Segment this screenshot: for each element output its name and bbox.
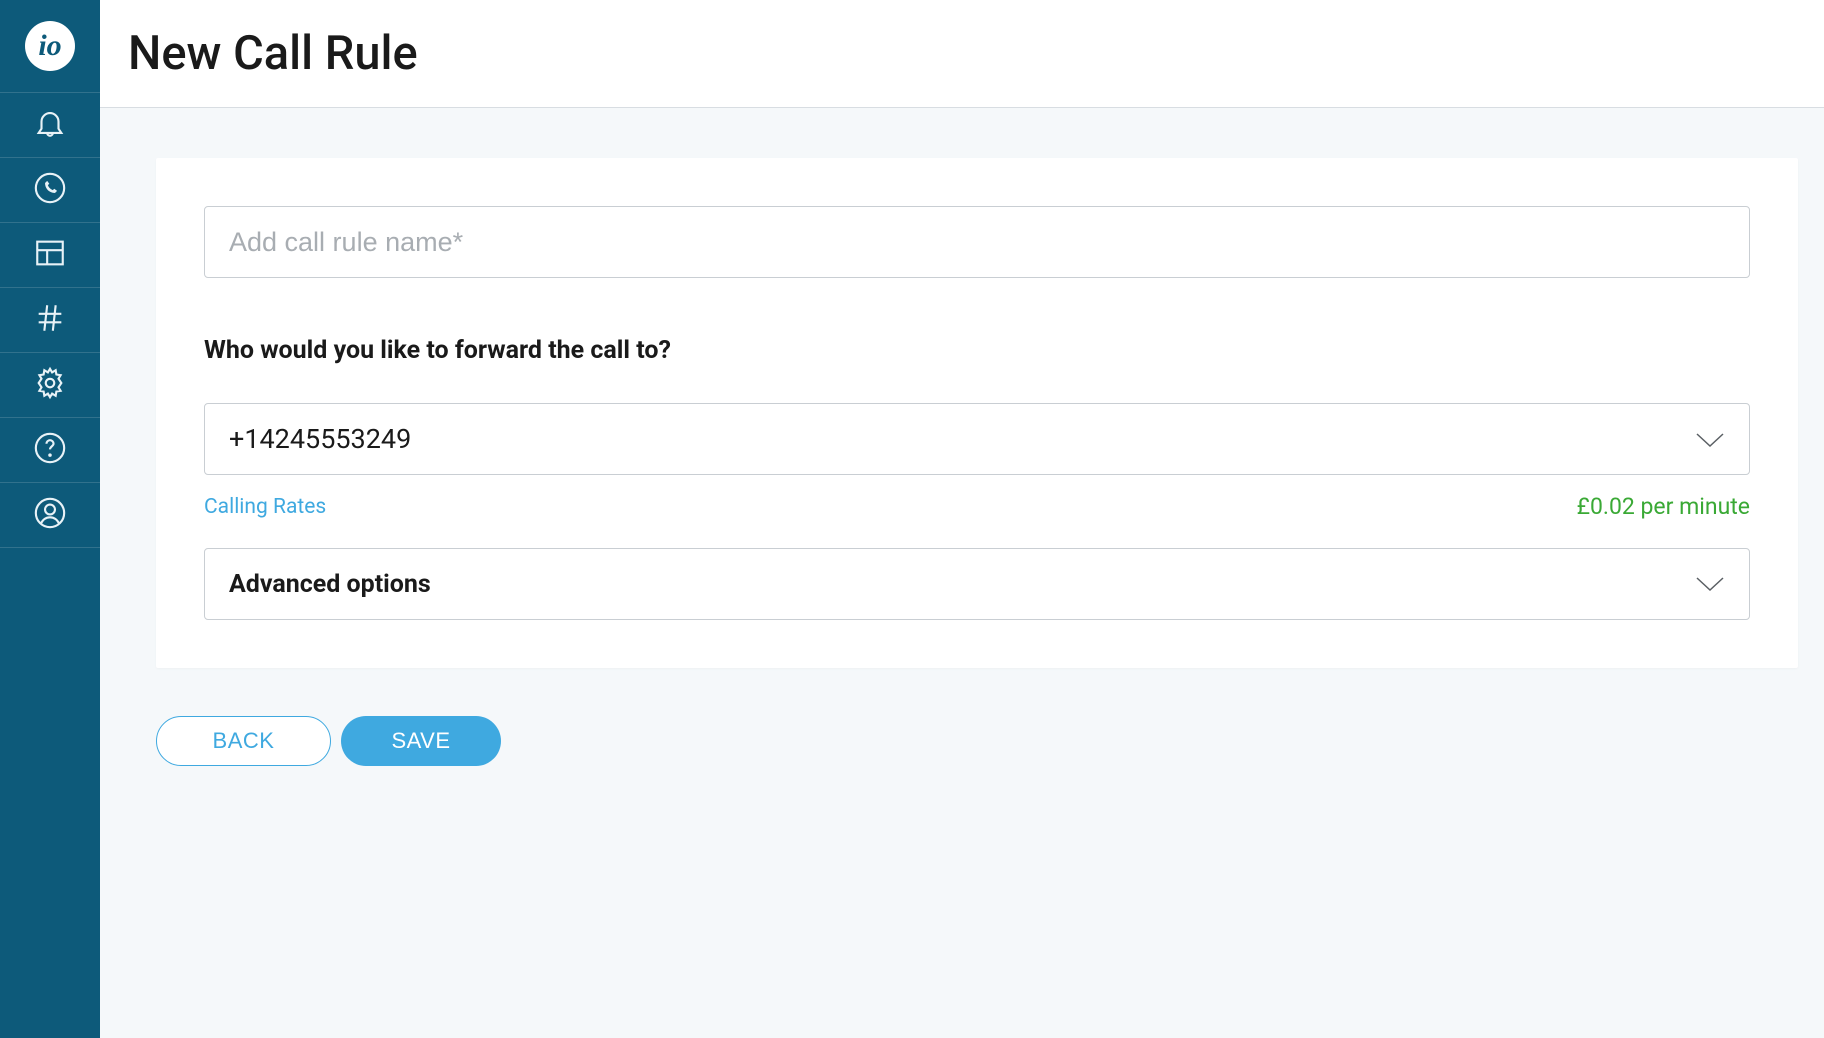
rate-row: Calling Rates £0.02 per minute [204, 493, 1750, 520]
calling-rates-link[interactable]: Calling Rates [204, 495, 326, 519]
main: New Call Rule Who would you like to forw… [100, 0, 1824, 1038]
sidebar-item-calls[interactable] [0, 158, 100, 223]
sidebar: io [0, 0, 100, 1038]
sidebar-item-account[interactable] [0, 483, 100, 548]
sidebar-item-numbers[interactable] [0, 288, 100, 353]
advanced-options-toggle[interactable]: Advanced options [204, 548, 1750, 620]
hash-icon [33, 301, 67, 339]
advanced-options-label: Advanced options [229, 570, 431, 599]
save-button[interactable]: SAVE [341, 716, 501, 766]
help-icon [33, 431, 67, 469]
content-area: Who would you like to forward the call t… [100, 108, 1824, 1038]
chevron-down-icon [1695, 423, 1725, 455]
header: New Call Rule [100, 0, 1824, 108]
user-icon [33, 496, 67, 534]
form-card: Who would you like to forward the call t… [156, 158, 1798, 668]
page-title: New Call Rule [128, 26, 418, 81]
sidebar-item-settings[interactable] [0, 353, 100, 418]
forward-target-value: +14245553249 [229, 423, 411, 455]
rate-price: £0.02 per minute [1577, 493, 1750, 520]
gear-icon [33, 366, 67, 404]
rule-name-input[interactable] [204, 206, 1750, 278]
chevron-down-icon [1695, 570, 1725, 599]
brand-logo-text: io [38, 29, 61, 63]
forward-heading: Who would you like to forward the call t… [204, 336, 1750, 365]
forward-target-select[interactable]: +14245553249 [204, 403, 1750, 475]
button-row: BACK SAVE [156, 716, 1798, 766]
phone-icon [33, 171, 67, 209]
bell-icon [33, 106, 67, 144]
sidebar-item-dashboard[interactable] [0, 223, 100, 288]
brand-logo[interactable]: io [0, 0, 100, 93]
sidebar-item-notifications[interactable] [0, 93, 100, 158]
layout-icon [33, 236, 67, 274]
sidebar-item-help[interactable] [0, 418, 100, 483]
back-button[interactable]: BACK [156, 716, 331, 766]
brand-logo-circle: io [25, 21, 75, 71]
